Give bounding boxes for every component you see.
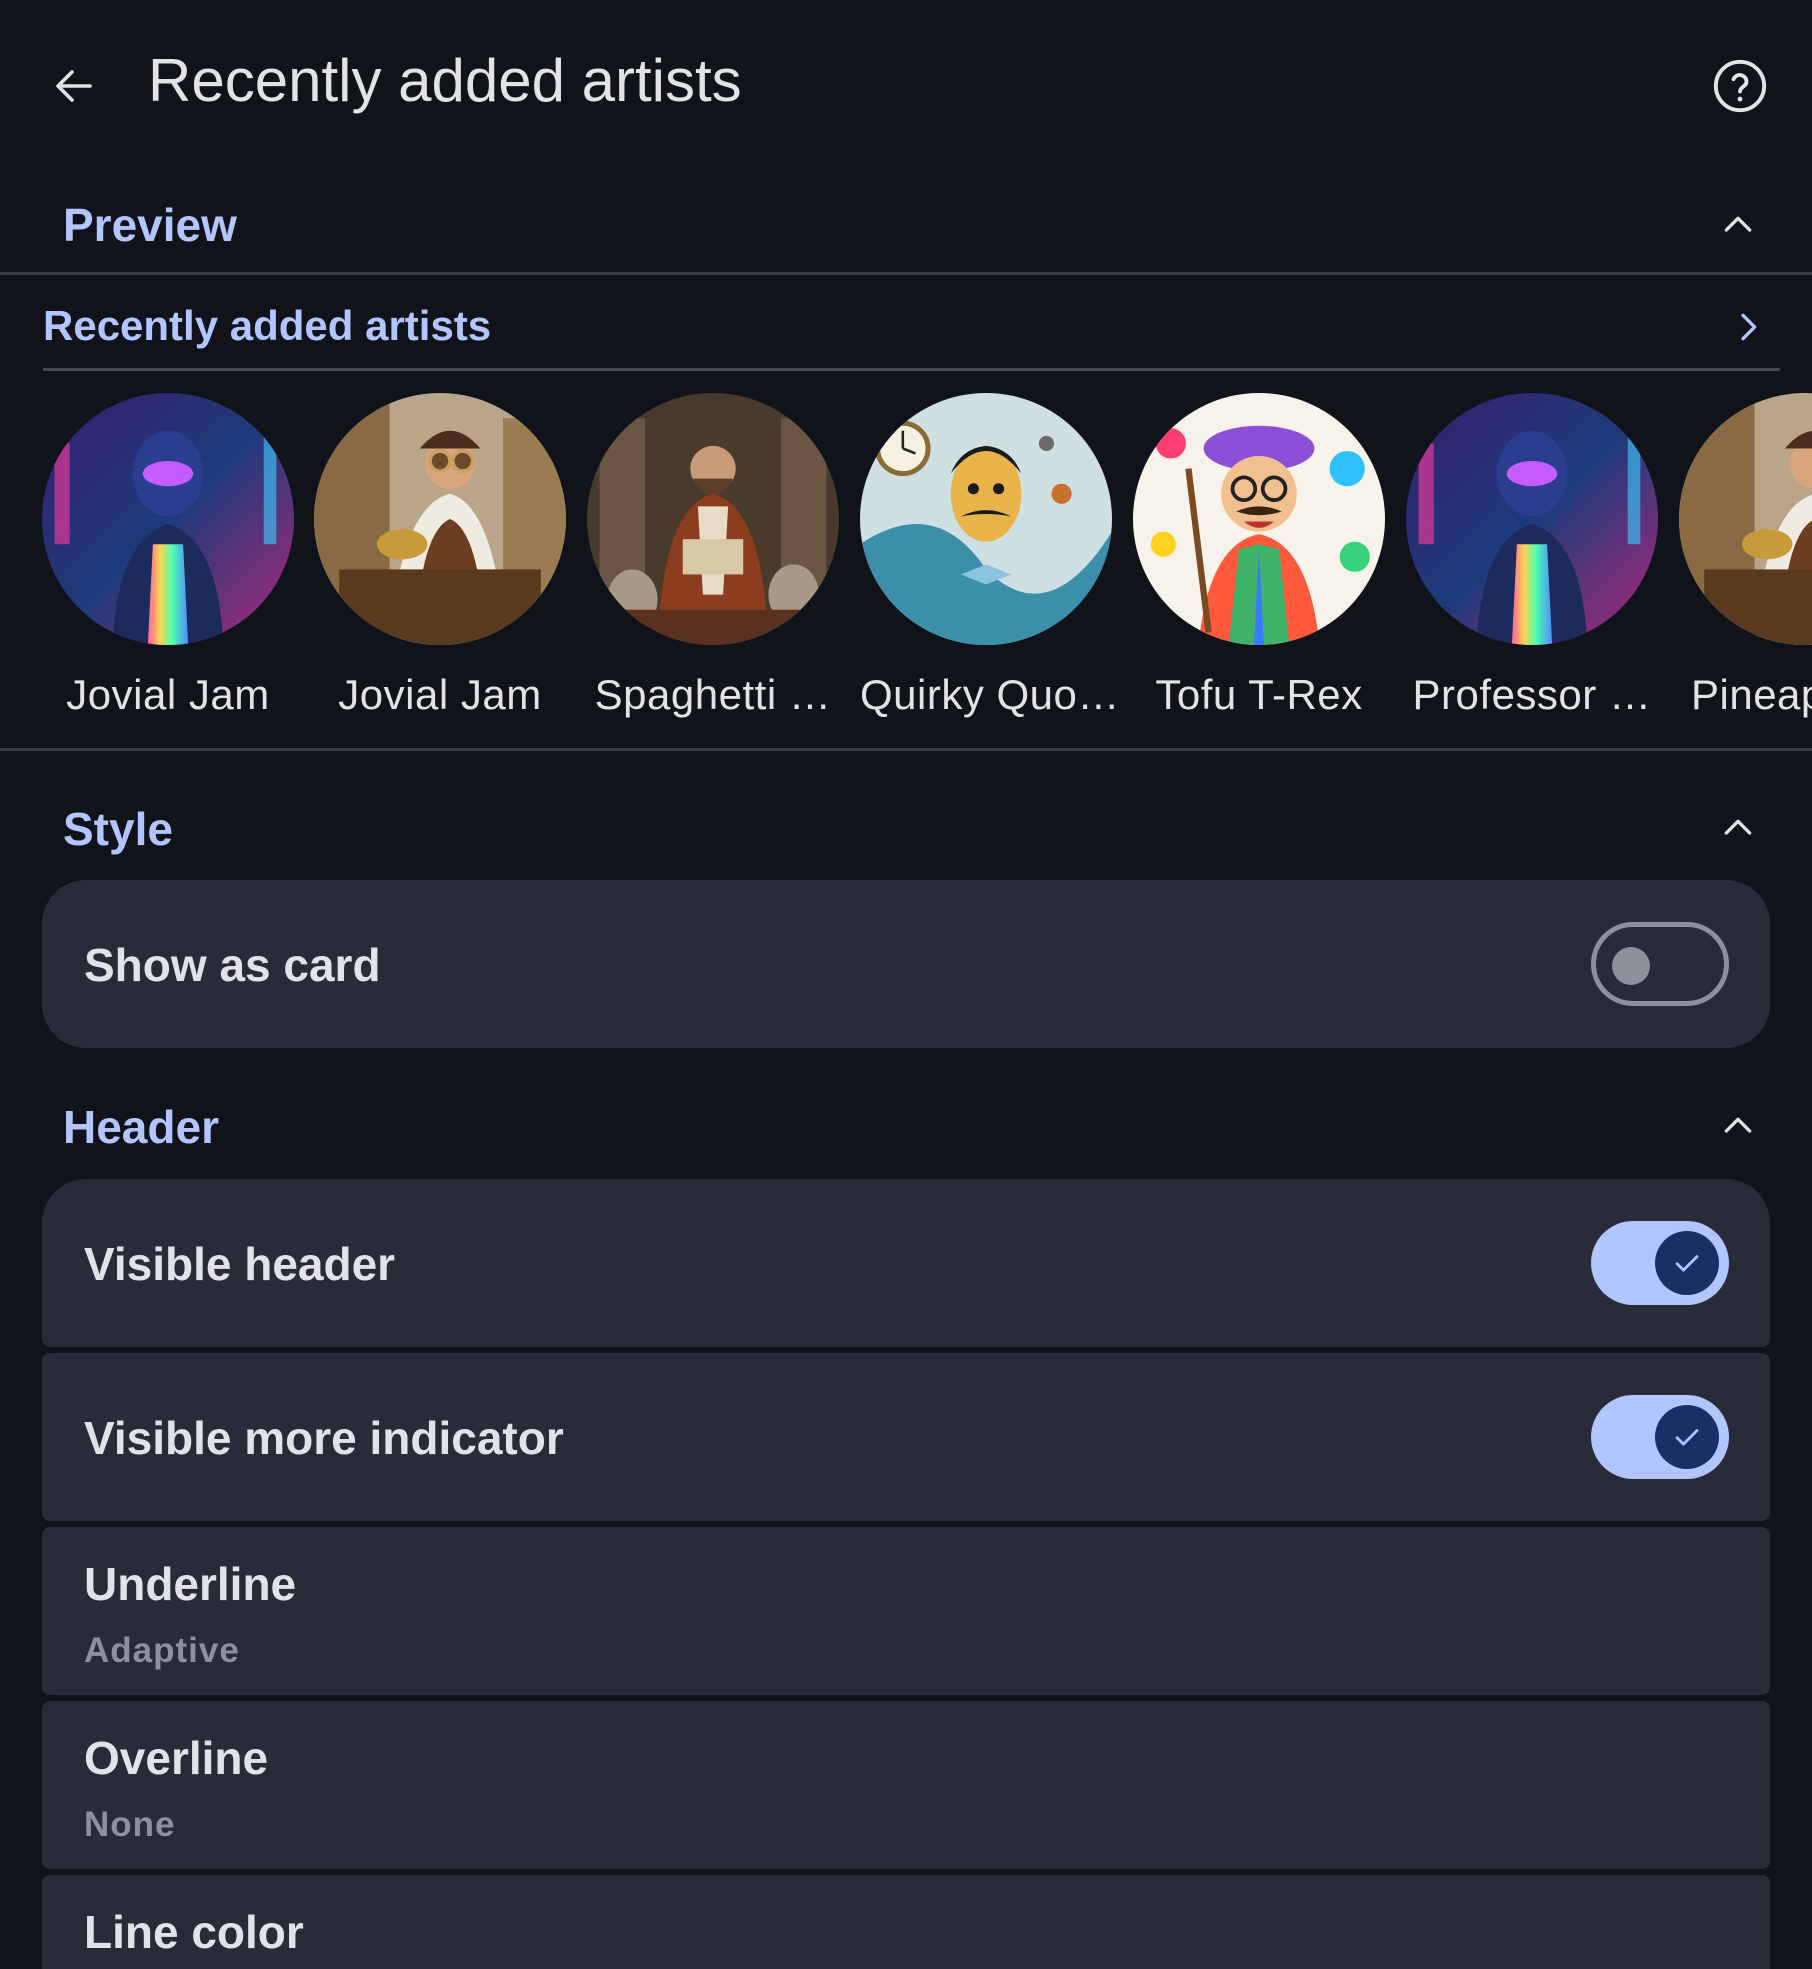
show-as-card-label: Show as card: [84, 939, 381, 991]
visible-more-indicator-row[interactable]: Visible more indicator: [42, 1353, 1770, 1521]
divider: [0, 748, 1812, 751]
underline-row[interactable]: Underline Adaptive: [42, 1527, 1770, 1695]
artist-name: Quirky Quo…: [860, 671, 1120, 718]
check-icon: [1655, 1405, 1719, 1469]
collapse-preview-chevron-up-icon[interactable]: [1708, 195, 1768, 255]
artist-avatar: [860, 393, 1112, 645]
artist-name: Tofu T-Rex: [1155, 671, 1363, 718]
artist-avatar: [587, 393, 839, 645]
visible-more-indicator-switch[interactable]: [1591, 1395, 1729, 1479]
help-icon[interactable]: [1708, 54, 1772, 118]
artist-item[interactable]: Pineap: [1679, 393, 1812, 719]
line-color-row[interactable]: Line color: [42, 1875, 1770, 1969]
more-chevron-right-icon[interactable]: [1718, 297, 1778, 357]
section-title-preview: Preview: [63, 199, 237, 251]
show-as-card-row[interactable]: Show as card: [42, 880, 1770, 1048]
artist-name: Pineap: [1691, 671, 1812, 718]
overline-value: None: [84, 1805, 176, 1844]
switch-knob: [1612, 947, 1650, 985]
artist-item[interactable]: Jovial Jam: [42, 393, 294, 719]
artist-avatar: [1406, 393, 1658, 645]
check-icon: [1655, 1231, 1719, 1295]
artist-name: Spaghetti …: [594, 671, 832, 718]
overline-label: Overline: [84, 1732, 269, 1784]
artist-item[interactable]: Tofu T-Rex: [1133, 393, 1385, 719]
visible-more-indicator-label: Visible more indicator: [84, 1412, 564, 1464]
artist-name: Jovial Jam: [338, 671, 542, 718]
show-as-card-switch[interactable]: [1591, 922, 1729, 1006]
artist-name: Professor …: [1412, 671, 1652, 718]
artist-name: Jovial Jam: [66, 671, 270, 718]
underline-label: Underline: [84, 1558, 297, 1610]
collapse-header-chevron-up-icon[interactable]: [1708, 1096, 1768, 1156]
artist-item[interactable]: Spaghetti …: [587, 393, 839, 719]
collapse-style-chevron-up-icon[interactable]: [1708, 798, 1768, 858]
artist-item[interactable]: Quirky Quo…: [860, 393, 1120, 719]
artist-item[interactable]: Professor …: [1406, 393, 1658, 719]
preview-header-underline: [43, 368, 1780, 371]
visible-header-label: Visible header: [84, 1238, 396, 1290]
line-color-label: Line color: [84, 1906, 304, 1958]
section-title-header: Header: [63, 1101, 219, 1153]
divider: [0, 272, 1812, 275]
artist-avatar: [42, 393, 294, 645]
preview-header-title[interactable]: Recently added artists: [43, 302, 491, 350]
overline-row[interactable]: Overline None: [42, 1701, 1770, 1869]
visible-header-row[interactable]: Visible header: [42, 1179, 1770, 1347]
artist-avatar: [1133, 393, 1385, 645]
artist-avatar: [1679, 393, 1812, 645]
visible-header-switch[interactable]: [1591, 1221, 1729, 1305]
page-title: Recently added artists: [148, 47, 742, 114]
back-arrow-icon[interactable]: [44, 56, 104, 116]
artist-avatar: [314, 393, 566, 645]
section-title-style: Style: [63, 803, 173, 855]
underline-value: Adaptive: [84, 1631, 240, 1670]
artist-item[interactable]: Jovial Jam: [314, 393, 566, 719]
